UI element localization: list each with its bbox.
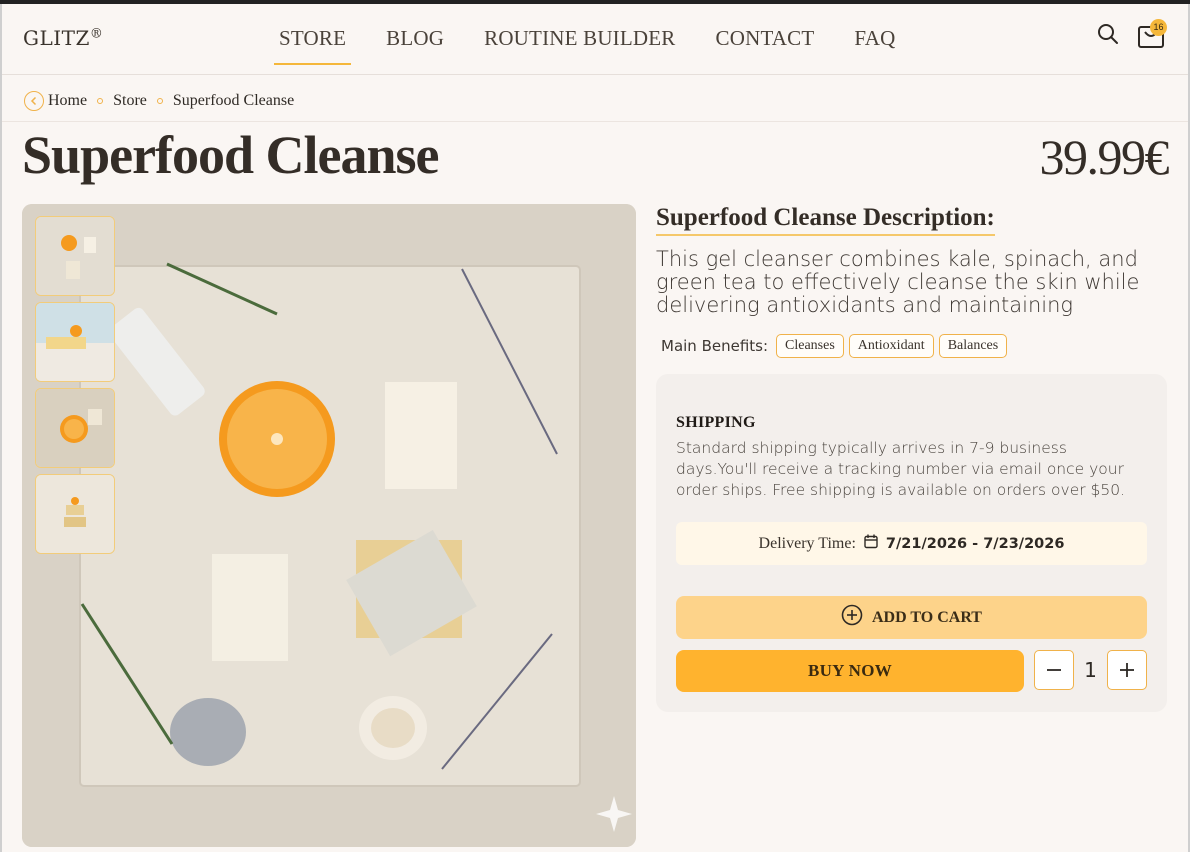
thumbnail-1[interactable] [35,216,115,296]
benefit-chip: Cleanses [776,334,844,358]
breadcrumb-home[interactable]: Home [48,92,87,110]
nav-faq[interactable]: FAQ [849,26,900,51]
benefits-label: Main Benefits: [661,337,769,355]
breadcrumb-separator-icon [156,98,163,104]
nav-store[interactable]: STORE [274,26,352,65]
breadcrumb: Home Store Superfood Cleanse [24,90,294,112]
benefits-row: Main Benefits: Cleanses Antioxidant Bala… [661,334,1012,358]
thumbnail-2[interactable] [35,302,115,382]
thumbnail-list [35,216,115,560]
frame-left [0,4,2,852]
divider [2,121,1188,122]
quantity-increment-button[interactable] [1107,650,1147,690]
plus-circle-icon [841,604,863,631]
add-to-cart-button[interactable]: ADD TO CART [676,596,1147,639]
product-price: 39.99€ [1039,129,1170,185]
purchase-card: SHIPPING Standard shipping typically arr… [656,374,1167,712]
breadcrumb-separator-icon [97,98,104,104]
benefit-chip: Antioxidant [848,334,934,358]
thumbnail-4[interactable] [35,474,115,554]
quantity-decrement-button[interactable] [1034,650,1074,690]
shipping-text: Standard shipping typically arrives in 7… [676,439,1126,499]
delivery-label: Delivery Time: [758,534,856,552]
thumbnail-3[interactable] [35,388,115,468]
shipping-heading: SHIPPING [676,414,756,431]
nav-blog[interactable]: BLOG [381,26,449,51]
description-text: This gel cleanser combines kale, spinach… [656,248,1140,316]
quantity-value[interactable]: 1 [1074,650,1107,690]
delivery-time: Delivery Time: 7/21/2026 - 7/23/2026 [676,522,1147,565]
search-icon[interactable] [1096,22,1120,46]
back-chevron-icon[interactable] [24,91,44,111]
logo[interactable]: GLITZ® [23,26,103,50]
nav-contact[interactable]: CONTACT [711,26,820,51]
site-header: GLITZ® STORE BLOG ROUTINE BUILDER CONTAC… [2,4,1188,75]
add-to-cart-label: ADD TO CART [872,608,982,626]
buy-now-button[interactable]: BUY NOW [676,650,1024,692]
description-title: Superfood Cleanse Description: [656,204,995,236]
main-nav: STORE BLOG ROUTINE BUILDER CONTACT FAQ [274,26,930,65]
benefit-chip: Balances [938,334,1008,358]
cart-count-badge: 16 [1150,19,1167,36]
delivery-dates: 7/21/2026 - 7/23/2026 [885,535,1065,552]
nav-routine-builder[interactable]: ROUTINE BUILDER [479,26,680,51]
breadcrumb-store[interactable]: Store [113,92,147,110]
calendar-icon [864,534,878,554]
breadcrumb-current: Superfood Cleanse [172,92,295,109]
product-title: Superfood Cleanse [22,125,440,185]
